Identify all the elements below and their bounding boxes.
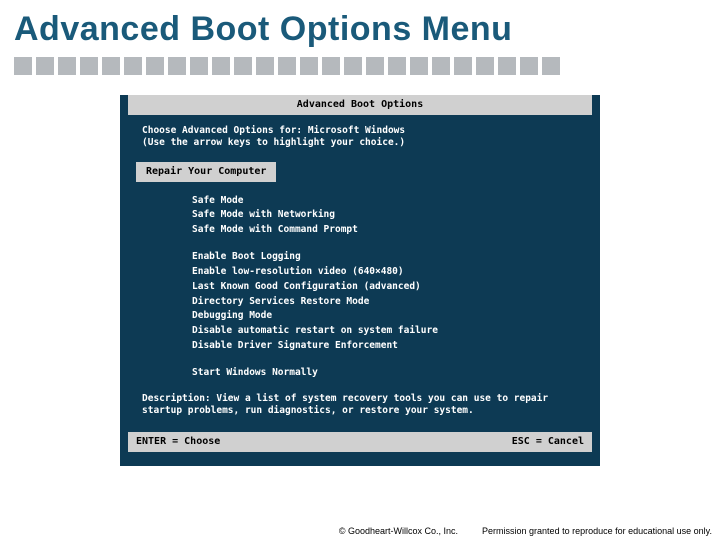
- boot-option[interactable]: Disable automatic restart on system fail…: [192, 324, 586, 339]
- boot-option[interactable]: Directory Services Restore Mode: [192, 295, 586, 310]
- boot-option[interactable]: Safe Mode with Networking: [192, 208, 586, 223]
- instr-line-2: (Use the arrow keys to highlight your ch…: [142, 137, 586, 150]
- boot-option[interactable]: Safe Mode with Command Prompt: [192, 223, 586, 238]
- footer-esc: ESC = Cancel: [512, 435, 584, 449]
- divider-dots: [0, 57, 720, 85]
- option-group-3: Start Windows Normally: [192, 366, 586, 381]
- boot-option[interactable]: Start Windows Normally: [192, 366, 586, 381]
- boot-option[interactable]: Debugging Mode: [192, 309, 586, 324]
- boot-footer: ENTER = Choose ESC = Cancel: [128, 432, 592, 452]
- boot-header: Advanced Boot Options: [128, 95, 592, 115]
- footer-enter: ENTER = Choose: [136, 435, 220, 449]
- page-footer: © Goodheart-Willcox Co., Inc. Permission…: [339, 526, 712, 536]
- boot-option[interactable]: Last Known Good Configuration (advanced): [192, 280, 586, 295]
- selected-option[interactable]: Repair Your Computer: [136, 162, 276, 182]
- boot-option[interactable]: Enable Boot Logging: [192, 250, 586, 265]
- instr-line-1: Choose Advanced Options for: Microsoft W…: [142, 125, 586, 138]
- boot-option[interactable]: Safe Mode: [192, 194, 586, 209]
- boot-body: Choose Advanced Options for: Microsoft W…: [120, 115, 600, 433]
- boot-instructions: Choose Advanced Options for: Microsoft W…: [142, 125, 586, 151]
- copyright: © Goodheart-Willcox Co., Inc.: [339, 526, 458, 536]
- option-group-1: Safe Mode Safe Mode with Networking Safe…: [192, 194, 586, 238]
- boot-option[interactable]: Enable low-resolution video (640×480): [192, 265, 586, 280]
- boot-option[interactable]: Disable Driver Signature Enforcement: [192, 339, 586, 354]
- slide-title: Advanced Boot Options Menu: [0, 0, 720, 57]
- option-description: Description: View a list of system recov…: [142, 393, 586, 419]
- option-group-2: Enable Boot Logging Enable low-resolutio…: [192, 250, 586, 354]
- boot-screen: Advanced Boot Options Choose Advanced Op…: [120, 95, 600, 466]
- permission-text: Permission granted to reproduce for educ…: [482, 526, 712, 536]
